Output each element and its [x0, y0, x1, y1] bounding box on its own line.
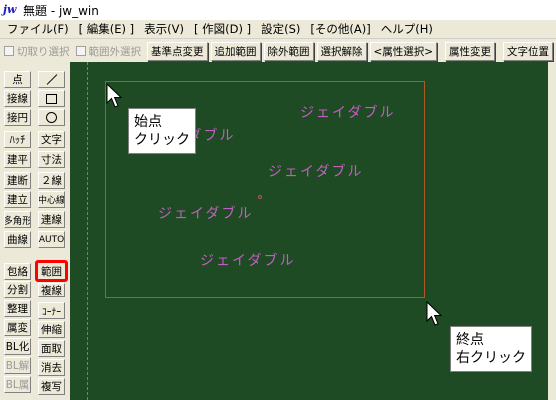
- range-toolbar: 切取り選択 範囲外選択 基準点変更 追加範囲 除外範囲 選択解除 <属性選択> …: [0, 40, 556, 62]
- title-bar: jw 無題 - jw_win: [0, 0, 556, 20]
- menu-bar: ファイル(F) [ 編集(E) ] 表示(V) [ 作図(D) ] 設定(S) …: [0, 20, 556, 39]
- checkbox-box: [4, 46, 14, 56]
- window-title: 無題 - jw_win: [23, 3, 99, 18]
- tool-chamfer[interactable]: 面取: [38, 340, 65, 357]
- tool-standing[interactable]: 建立: [4, 191, 31, 208]
- tool-bl-make[interactable]: BL化: [4, 338, 31, 355]
- menu-settings[interactable]: 設定(S): [256, 21, 305, 37]
- tool-center-line[interactable]: 中心線: [38, 191, 65, 208]
- start-cursor-icon: [106, 83, 123, 108]
- drawing-canvas[interactable]: ジェイダブル ジェイダブル ジェイダブル ジェイダブル ジェイダブル 始点 クリ…: [70, 62, 556, 400]
- tool-auto[interactable]: AUTO: [38, 231, 65, 248]
- tool-divide[interactable]: 分割: [4, 281, 31, 298]
- tool-erase[interactable]: 消去: [38, 359, 65, 376]
- start-point-callout: 始点 クリック: [128, 108, 196, 154]
- tool-circle[interactable]: [38, 109, 65, 126]
- jw-win-window: jw 無題 - jw_win ファイル(F) [ 編集(E) ] 表示(V) […: [0, 0, 556, 400]
- cad-text-3: ジェイダブル: [268, 164, 364, 180]
- menu-help[interactable]: ヘルプ(H): [376, 21, 438, 37]
- tool-polygon[interactable]: 多角形: [4, 211, 31, 228]
- add-range-button[interactable]: 追加範囲: [210, 41, 261, 61]
- end-callout-line1: 終点: [456, 332, 484, 348]
- tool-duplicate[interactable]: 複写: [38, 378, 65, 395]
- end-callout-line2: 右クリック: [456, 350, 526, 366]
- tool-organize[interactable]: 整理: [4, 300, 31, 317]
- tool-tangent-circle[interactable]: 接円: [4, 109, 31, 126]
- exclude-range-button[interactable]: 除外範囲: [263, 41, 314, 61]
- menu-file[interactable]: ファイル(F): [2, 21, 74, 37]
- start-callout-line1: 始点: [134, 114, 162, 130]
- jw-app-icon: jw: [3, 3, 19, 17]
- tool-dimension-placeholder[interactable]: 建平: [4, 151, 31, 168]
- menu-other[interactable]: [その他(A)]: [305, 21, 375, 37]
- checkbox-box: [75, 46, 86, 56]
- out-range-select-checkbox[interactable]: 範囲外選択: [75, 44, 142, 59]
- tool-dimension[interactable]: 寸法: [38, 151, 65, 168]
- menu-view[interactable]: 表示(V): [139, 21, 189, 37]
- end-cursor-icon: [426, 301, 443, 326]
- out-range-select-label: 範囲外選択: [88, 45, 142, 58]
- tool-copy-line[interactable]: 複線: [38, 283, 65, 297]
- menu-draw[interactable]: [ 作図(D) ]: [189, 21, 256, 37]
- base-point-change-button[interactable]: 基準点変更: [147, 41, 208, 61]
- dashed-guide-line: [87, 62, 88, 400]
- cad-text-1: ジェイダブル: [300, 105, 396, 121]
- tool-text[interactable]: 文字: [38, 131, 65, 148]
- cad-text-5: ジェイダブル: [200, 253, 296, 269]
- cad-text-4: ジェイダブル: [158, 206, 254, 222]
- end-point-callout: 終点 右クリック: [450, 326, 532, 372]
- line-icon: [46, 74, 57, 85]
- tool-attr-change[interactable]: 属変: [4, 319, 31, 336]
- rectangle-icon: [46, 93, 57, 104]
- cut-select-label: 切取り選択: [17, 45, 70, 58]
- attr-select-button[interactable]: <属性選択>: [369, 41, 438, 61]
- tool-double-line[interactable]: ２線: [38, 172, 65, 189]
- tool-include[interactable]: 包絡: [4, 263, 31, 280]
- start-callout-line2: クリック: [134, 132, 190, 148]
- tool-corner[interactable]: ｺｰﾅｰ: [38, 302, 65, 319]
- circle-icon: [46, 112, 57, 123]
- attr-change-button[interactable]: 属性変更: [445, 41, 496, 61]
- tool-rectangle[interactable]: [38, 90, 65, 107]
- right-edge-strip: [548, 62, 556, 400]
- cut-select-checkbox[interactable]: 切取り選択: [4, 44, 70, 59]
- tool-hatch[interactable]: ﾊｯﾁ: [4, 131, 31, 148]
- tool-curve[interactable]: 曲線: [4, 231, 31, 248]
- reference-point-marker: [258, 195, 262, 199]
- clear-selection-button[interactable]: 選択解除: [316, 41, 367, 61]
- tool-line[interactable]: [38, 71, 65, 88]
- text-position-button[interactable]: 文字位置: [502, 41, 553, 61]
- tool-panel: 点 接線 接円 ﾊｯﾁ 文字 建平 寸法 建断 ２線 建立 中心線 多角形 連線…: [0, 62, 70, 400]
- tool-tangent[interactable]: 接線: [4, 90, 31, 107]
- menu-edit[interactable]: [ 編集(E) ]: [74, 21, 140, 37]
- tool-range[interactable]: 範囲: [35, 260, 68, 282]
- tool-point[interactable]: 点: [4, 71, 31, 88]
- tool-bl-release[interactable]: BL解: [4, 357, 31, 374]
- tool-stretch[interactable]: 伸縮: [38, 321, 65, 338]
- tool-section[interactable]: 建断: [4, 172, 31, 189]
- tool-bl-attr[interactable]: BL属: [4, 376, 31, 393]
- tool-continuous-line[interactable]: 連線: [38, 211, 65, 228]
